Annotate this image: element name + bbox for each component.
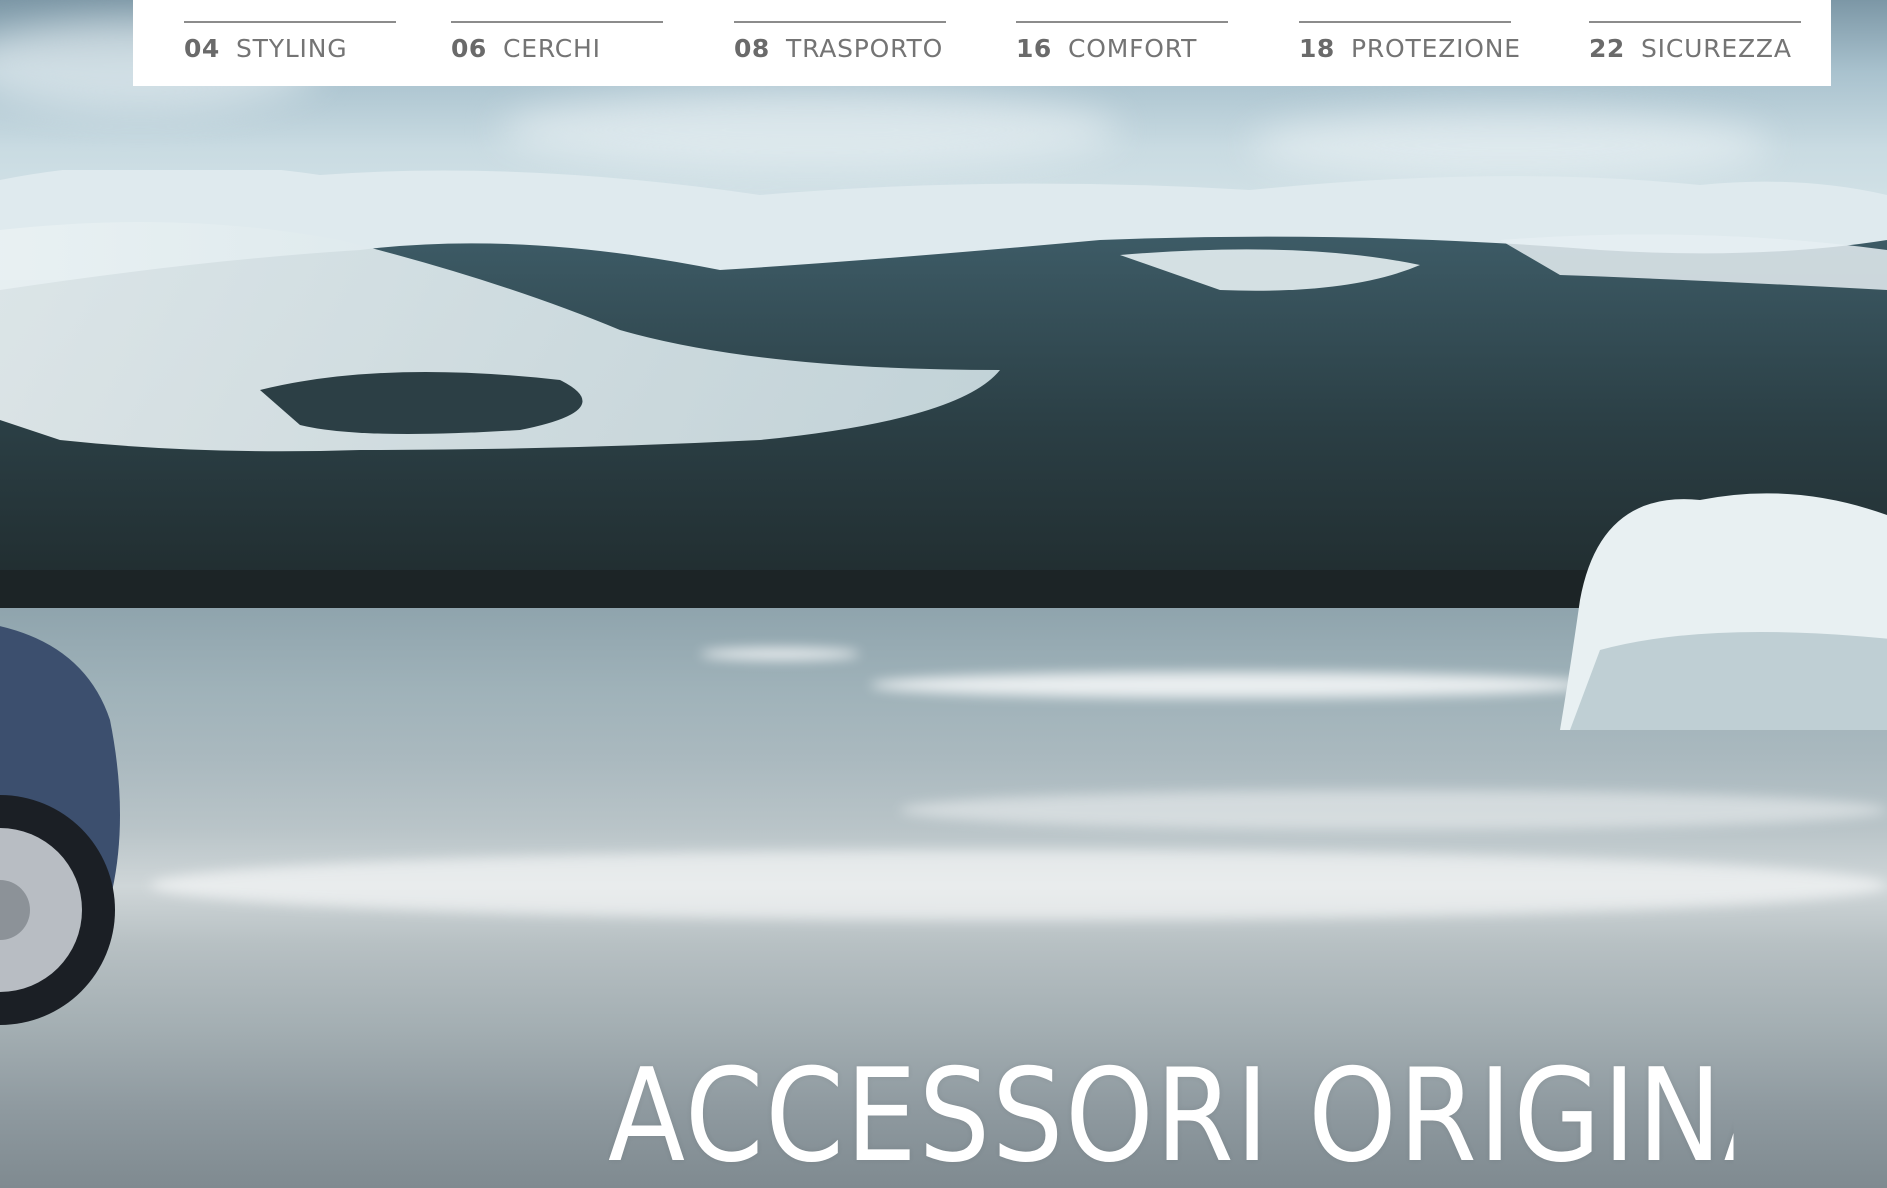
nav-item-number: 16: [1016, 34, 1052, 63]
nav-item-styling[interactable]: 04 STYLING: [184, 21, 396, 69]
brochure-page: 04 STYLING 06 CERCHI 08 TRASPORTO 16 COMFORT…: [0, 0, 1887, 1188]
nav-item-number: 08: [734, 34, 770, 63]
car-front: [0, 626, 120, 1025]
wave-foam: [900, 790, 1887, 830]
iceberg: [1560, 493, 1887, 730]
nav-item-comfort[interactable]: 16 COMFORT: [1016, 21, 1228, 69]
nav-item-label: TRASPORTO: [786, 34, 944, 63]
nav-item-sicurezza[interactable]: 22 SICUREZZA: [1589, 21, 1801, 69]
background-photo: [0, 0, 1887, 1188]
nav-item-trasporto[interactable]: 08 TRASPORTO: [734, 21, 946, 69]
nav-item-label: STYLING: [236, 34, 348, 63]
page-headline: ACCESSORI ORIGINALI: [608, 1045, 1734, 1188]
wave-foam: [150, 850, 1887, 920]
section-nav: 04 STYLING 06 CERCHI 08 TRASPORTO 16 COMFORT…: [133, 0, 1831, 86]
nav-item-label: PROTEZIONE: [1351, 34, 1521, 63]
nav-item-label: CERCHI: [503, 34, 601, 63]
nav-item-number: 04: [184, 34, 220, 63]
nav-item-number: 06: [451, 34, 487, 63]
nav-item-label: COMFORT: [1068, 34, 1198, 63]
nav-item-cerchi[interactable]: 06 CERCHI: [451, 21, 663, 69]
ice-floe: [700, 648, 860, 660]
ice-floe: [870, 672, 1590, 698]
nav-item-protezione[interactable]: 18 PROTEZIONE: [1299, 21, 1520, 69]
nav-item-number: 22: [1589, 34, 1625, 63]
cloud: [500, 90, 1120, 170]
nav-item-number: 18: [1299, 34, 1335, 63]
nav-item-label: SICUREZZA: [1641, 34, 1792, 63]
